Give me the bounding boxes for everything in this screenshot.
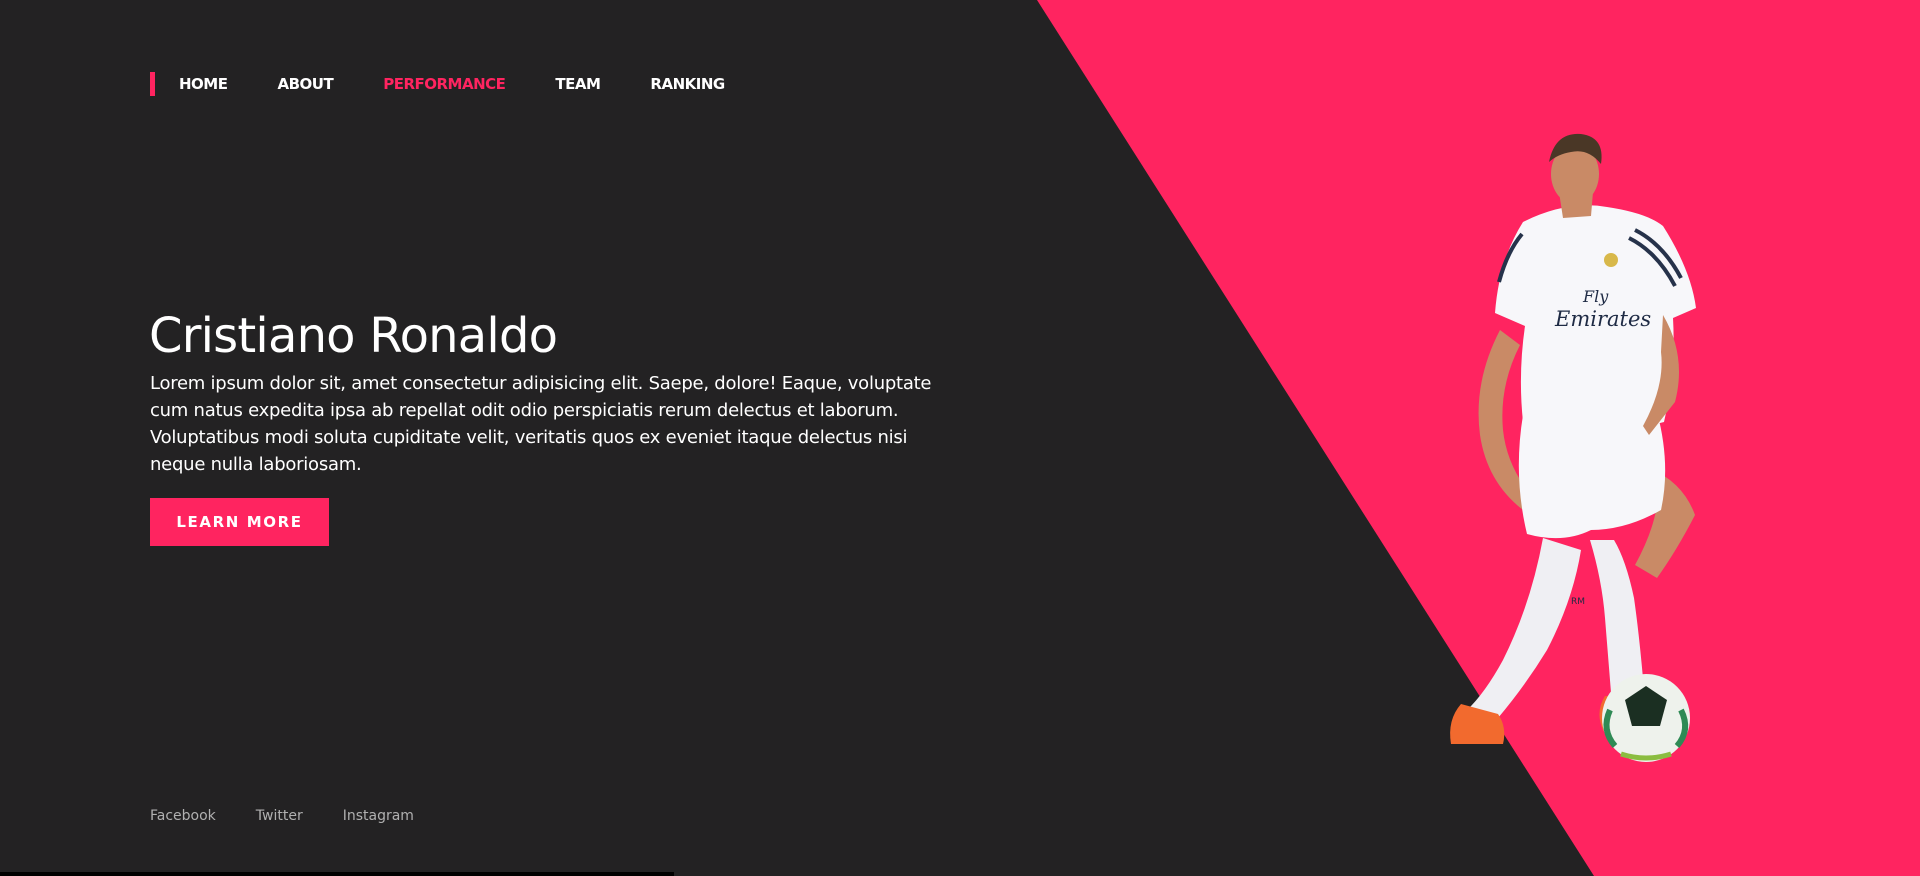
hero-title: Cristiano Ronaldo [149, 308, 558, 364]
nav-item-ranking[interactable]: RANKING [650, 75, 725, 93]
social-links: Facebook Twitter Instagram [150, 808, 454, 824]
hero-description: Lorem ipsum dolor sit, amet consectetur … [150, 373, 932, 475]
nav-item-team[interactable]: TEAM [555, 75, 601, 93]
bottom-scroll-bar [0, 872, 674, 876]
jersey-sponsor-line1: Fly [1582, 287, 1609, 306]
nav-item-about[interactable]: ABOUT [277, 75, 333, 93]
main-nav: HOME ABOUT PERFORMANCE TEAM RANKING [150, 72, 725, 96]
learn-more-button[interactable]: LEARN MORE [150, 498, 329, 546]
jersey-sponsor-line2: Emirates [1554, 307, 1651, 331]
football-player-illustration: Fly Emirates RM [1450, 133, 1696, 762]
nav-accent-bar [150, 72, 155, 96]
social-link-twitter[interactable]: Twitter [256, 808, 303, 824]
nav-item-performance[interactable]: PERFORMANCE [383, 75, 506, 93]
sock-text: RM [1571, 597, 1585, 607]
social-link-facebook[interactable]: Facebook [150, 808, 216, 824]
social-link-instagram[interactable]: Instagram [343, 808, 414, 824]
page: HOME ABOUT PERFORMANCE TEAM RANKING Cris… [0, 0, 1920, 876]
nav-item-home[interactable]: HOME [179, 75, 228, 93]
